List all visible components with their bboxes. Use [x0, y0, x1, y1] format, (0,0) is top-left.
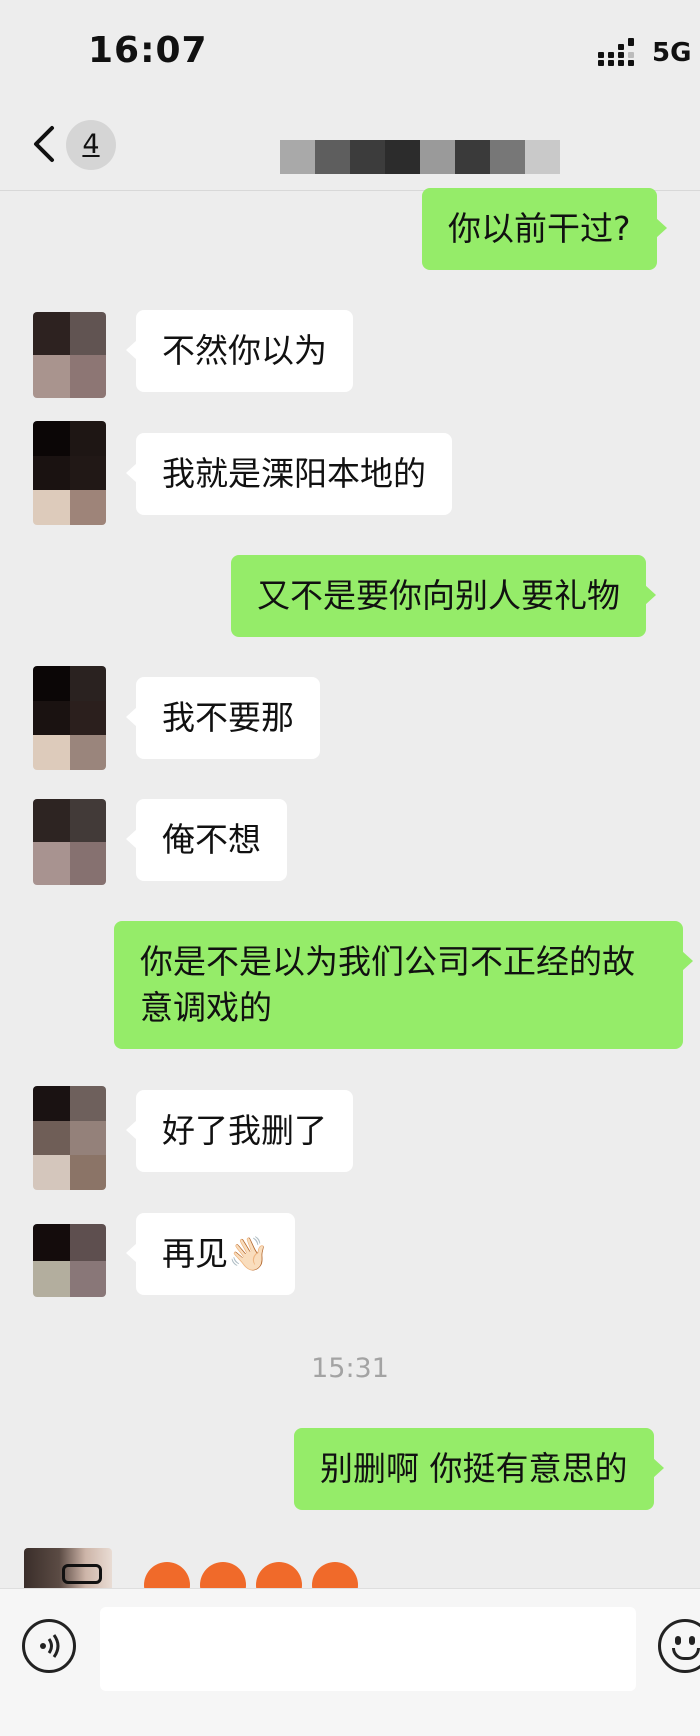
message-timestamp: 15:31 — [311, 1353, 389, 1384]
contact-avatar[interactable] — [24, 1548, 112, 1588]
contact-avatar[interactable] — [33, 1224, 106, 1297]
signal-strength-icon — [598, 38, 642, 67]
message-bubble-incoming[interactable]: 不然你以为 — [126, 310, 353, 392]
message-bubble-incoming[interactable]: 俺不想 — [126, 799, 287, 881]
message-bubble-incoming[interactable]: 我不要那 — [126, 677, 320, 759]
voice-icon[interactable] — [22, 1619, 76, 1673]
input-bar — [0, 1588, 700, 1736]
contact-avatar[interactable] — [33, 312, 106, 398]
message-input[interactable] — [100, 1607, 636, 1691]
back-button[interactable] — [30, 122, 60, 166]
message-bubble-incoming[interactable]: 我就是溧阳本地的 — [126, 433, 452, 515]
message-bubble-outgoing[interactable]: 又不是要你向别人要礼物 — [231, 555, 656, 637]
emoji-icon[interactable] — [658, 1619, 700, 1673]
contact-avatar[interactable] — [33, 421, 106, 525]
network-type: 5G — [652, 38, 692, 68]
message-bubble-incoming[interactable]: 好了我删了 — [126, 1090, 353, 1172]
contact-avatar[interactable] — [33, 799, 106, 885]
glasses-icon — [62, 1564, 102, 1584]
message-bubble-incoming[interactable]: 再见👋🏻 — [125, 1213, 296, 1295]
message-bubble-outgoing[interactable]: 别删啊 你挺有意思的 — [294, 1428, 663, 1510]
contact-avatar[interactable] — [33, 666, 106, 770]
message-bubble-outgoing[interactable]: 你是不是以为我们公司不正经的故意调戏的 — [114, 921, 693, 1049]
message-bubble-outgoing[interactable]: 你以前干过? — [422, 188, 667, 270]
unread-count-badge[interactable]: 4 — [66, 120, 116, 170]
status-time: 16:07 — [88, 30, 208, 71]
contact-avatar[interactable] — [33, 1086, 106, 1190]
chat-header: 4 — [0, 100, 700, 191]
contact-name-blurred — [280, 140, 560, 174]
sound-wave-icon — [40, 1634, 60, 1658]
status-bar: 16:07 5G — [0, 0, 700, 100]
chevron-left-icon — [34, 126, 54, 162]
sticker-message[interactable] — [136, 1548, 368, 1588]
